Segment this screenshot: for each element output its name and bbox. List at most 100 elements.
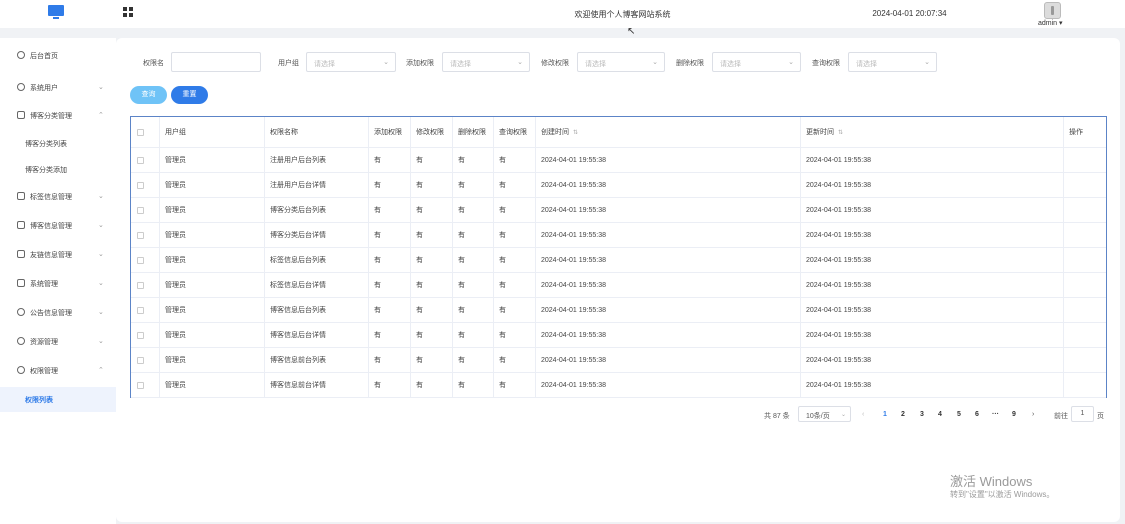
sidebar-subitem-category-list[interactable]: 博客分类列表 bbox=[0, 131, 116, 156]
table-row[interactable]: 管理员 博客分类后台列表有有有有 2024-04-01 19:55:38 2024-0… bbox=[131, 198, 1106, 223]
edit-perm-select[interactable]: 请选择 ⌄ bbox=[577, 52, 665, 72]
table-row[interactable]: 管理员 博客信息后台列表有有有有 2024-04-01 19:55:38 2024-0… bbox=[131, 298, 1106, 323]
row-select-cell bbox=[131, 173, 160, 197]
cell-delete-perm: 有 bbox=[453, 373, 494, 397]
table-row[interactable]: 管理员 博客分类后台详情有有有有 2024-04-01 19:55:38 2024-0… bbox=[131, 223, 1106, 248]
sidebar-item-blogs[interactable]: 博客信息管理 ⌄ bbox=[0, 213, 116, 238]
reset-button[interactable]: 重置 bbox=[171, 86, 208, 104]
row-checkbox[interactable] bbox=[137, 231, 144, 239]
sidebar-subitem-permission-list[interactable]: 权限列表 bbox=[0, 387, 116, 412]
more-pages[interactable]: ··· bbox=[992, 411, 999, 418]
cell-create-time: 2024-04-01 19:55:38 bbox=[536, 273, 801, 297]
sidebar-item-label: 友链信息管理 bbox=[30, 252, 72, 259]
grid-menu-icon[interactable] bbox=[123, 7, 134, 18]
page-number[interactable]: 9 bbox=[1012, 411, 1016, 418]
prev-page-button[interactable]: ‹ bbox=[862, 411, 864, 418]
link-icon bbox=[17, 250, 25, 258]
table-row[interactable]: 管理员 博客信息前台列表有有有有 2024-04-01 19:55:38 2024-0… bbox=[131, 348, 1106, 373]
table-row[interactable]: 管理员 标签信息后台详情有有有有 2024-04-01 19:55:38 2024-0… bbox=[131, 273, 1106, 298]
cell-create-time: 2024-04-01 19:55:38 bbox=[536, 373, 801, 397]
page-number[interactable]: 4 bbox=[938, 411, 942, 418]
cell-query-perm: 有 bbox=[494, 148, 536, 172]
username: admin bbox=[1038, 20, 1058, 27]
cell-query-perm: 有 bbox=[494, 323, 536, 347]
cell-user-group: 管理员 bbox=[160, 298, 265, 322]
sidebar-item-notices[interactable]: 公告信息管理 ⌄ bbox=[0, 300, 116, 325]
sidebar-item-tags[interactable]: 标签信息管理 ⌄ bbox=[0, 184, 116, 209]
table-row[interactable]: 管理员 标签信息后台列表有有有有 2024-04-01 19:55:38 2024-0… bbox=[131, 248, 1106, 273]
cell-add-perm: 有 bbox=[369, 248, 411, 272]
page-number[interactable]: 3 bbox=[920, 411, 924, 418]
select-all-checkbox[interactable] bbox=[137, 128, 144, 136]
row-checkbox[interactable] bbox=[137, 281, 144, 289]
add-perm-select[interactable]: 请选择 ⌄ bbox=[442, 52, 530, 72]
goto-page-input[interactable]: 1 bbox=[1071, 406, 1094, 422]
row-checkbox[interactable] bbox=[137, 156, 144, 164]
sidebar-item-label: 资源管理 bbox=[30, 339, 58, 346]
row-select-cell bbox=[131, 298, 160, 322]
page-number[interactable]: 1 bbox=[883, 411, 887, 418]
cell-create-time: 2024-04-01 19:55:38 bbox=[536, 173, 801, 197]
cell-update-time: 2024-04-01 19:55:38 bbox=[801, 348, 1064, 372]
next-page-button[interactable]: › bbox=[1032, 411, 1034, 418]
cell-perm-name: 博客信息前台详情 bbox=[265, 373, 369, 397]
sidebar-item-resources[interactable]: 资源管理 ⌄ bbox=[0, 329, 116, 354]
page-number[interactable]: 6 bbox=[975, 411, 979, 418]
cell-edit-perm: 有 bbox=[411, 323, 453, 347]
row-checkbox[interactable] bbox=[137, 256, 144, 264]
user-menu[interactable]: admin ▾ bbox=[1038, 19, 1063, 27]
sidebar-subitem-category-add[interactable]: 博客分类添加 bbox=[0, 157, 116, 182]
perm-name-input[interactable] bbox=[171, 52, 261, 72]
cell-edit-perm: 有 bbox=[411, 373, 453, 397]
page-size-select[interactable]: 10条/页 ⌄ bbox=[798, 406, 851, 422]
cell-add-perm: 有 bbox=[369, 373, 411, 397]
cell-query-perm: 有 bbox=[494, 198, 536, 222]
sort-icon[interactable]: ⇅ bbox=[838, 129, 843, 136]
cell-delete-perm: 有 bbox=[453, 148, 494, 172]
cell-query-perm: 有 bbox=[494, 248, 536, 272]
user-group-select[interactable]: 请选择 ⌄ bbox=[306, 52, 396, 72]
windows-activation-hint: 转到"设置"以激活 Windows。 bbox=[950, 490, 1055, 499]
sidebar-item-links[interactable]: 友链信息管理 ⌄ bbox=[0, 242, 116, 267]
resource-icon bbox=[17, 337, 25, 345]
chevron-up-icon: ⌃ bbox=[98, 112, 104, 119]
tag-icon bbox=[17, 192, 25, 200]
avatar[interactable] bbox=[1044, 2, 1061, 19]
col-create-time[interactable]: 创建时间 ⇅ bbox=[536, 117, 801, 147]
cell-delete-perm: 有 bbox=[453, 298, 494, 322]
cell-query-perm: 有 bbox=[494, 173, 536, 197]
chevron-down-icon: ⌄ bbox=[924, 59, 930, 66]
delete-perm-select[interactable]: 请选择 ⌄ bbox=[712, 52, 801, 72]
query-button[interactable]: 查询 bbox=[130, 86, 167, 104]
cell-edit-perm: 有 bbox=[411, 173, 453, 197]
col-update-time[interactable]: 更新时间 ⇅ bbox=[801, 117, 1064, 147]
monitor-logo-icon[interactable] bbox=[48, 5, 64, 20]
page-number[interactable]: 2 bbox=[901, 411, 905, 418]
row-checkbox[interactable] bbox=[137, 331, 144, 339]
cell-actions bbox=[1064, 323, 1106, 347]
sidebar-item-permissions[interactable]: 权限管理 ⌃ bbox=[0, 358, 116, 383]
table-row[interactable]: 管理员 博客信息后台详情有有有有 2024-04-01 19:55:38 2024-0… bbox=[131, 323, 1106, 348]
sort-icon[interactable]: ⇅ bbox=[573, 129, 578, 136]
sidebar-item-dashboard[interactable]: 后台首页 bbox=[0, 43, 116, 68]
query-perm-select[interactable]: 请选择 ⌄ bbox=[848, 52, 937, 72]
cell-user-group: 管理员 bbox=[160, 323, 265, 347]
row-checkbox[interactable] bbox=[137, 181, 144, 189]
table-row[interactable]: 管理员 注册用户后台详情有有有有 2024-04-01 19:55:38 2024-0… bbox=[131, 173, 1106, 198]
row-checkbox[interactable] bbox=[137, 206, 144, 214]
table-row[interactable]: 管理员 博客信息前台详情有有有有 2024-04-01 19:55:38 2024-0… bbox=[131, 373, 1106, 398]
sidebar-item-blog-category[interactable]: 博客分类管理 ⌃ bbox=[0, 103, 116, 128]
page-number[interactable]: 5 bbox=[957, 411, 961, 418]
row-checkbox[interactable] bbox=[137, 306, 144, 314]
row-checkbox[interactable] bbox=[137, 356, 144, 364]
row-checkbox[interactable] bbox=[137, 381, 144, 389]
table-row[interactable]: 管理员 注册用户后台列表有有有有 2024-04-01 19:55:38 2024-0… bbox=[131, 148, 1106, 173]
cell-actions bbox=[1064, 148, 1106, 172]
sidebar-item-users[interactable]: 系统用户 ⌄ bbox=[0, 75, 116, 100]
cell-actions bbox=[1064, 248, 1106, 272]
cell-delete-perm: 有 bbox=[453, 223, 494, 247]
caret-down-icon: ▾ bbox=[1059, 20, 1063, 27]
cell-user-group: 管理员 bbox=[160, 273, 265, 297]
cell-update-time: 2024-04-01 19:55:38 bbox=[801, 198, 1064, 222]
sidebar-item-system[interactable]: 系统管理 ⌄ bbox=[0, 271, 116, 296]
